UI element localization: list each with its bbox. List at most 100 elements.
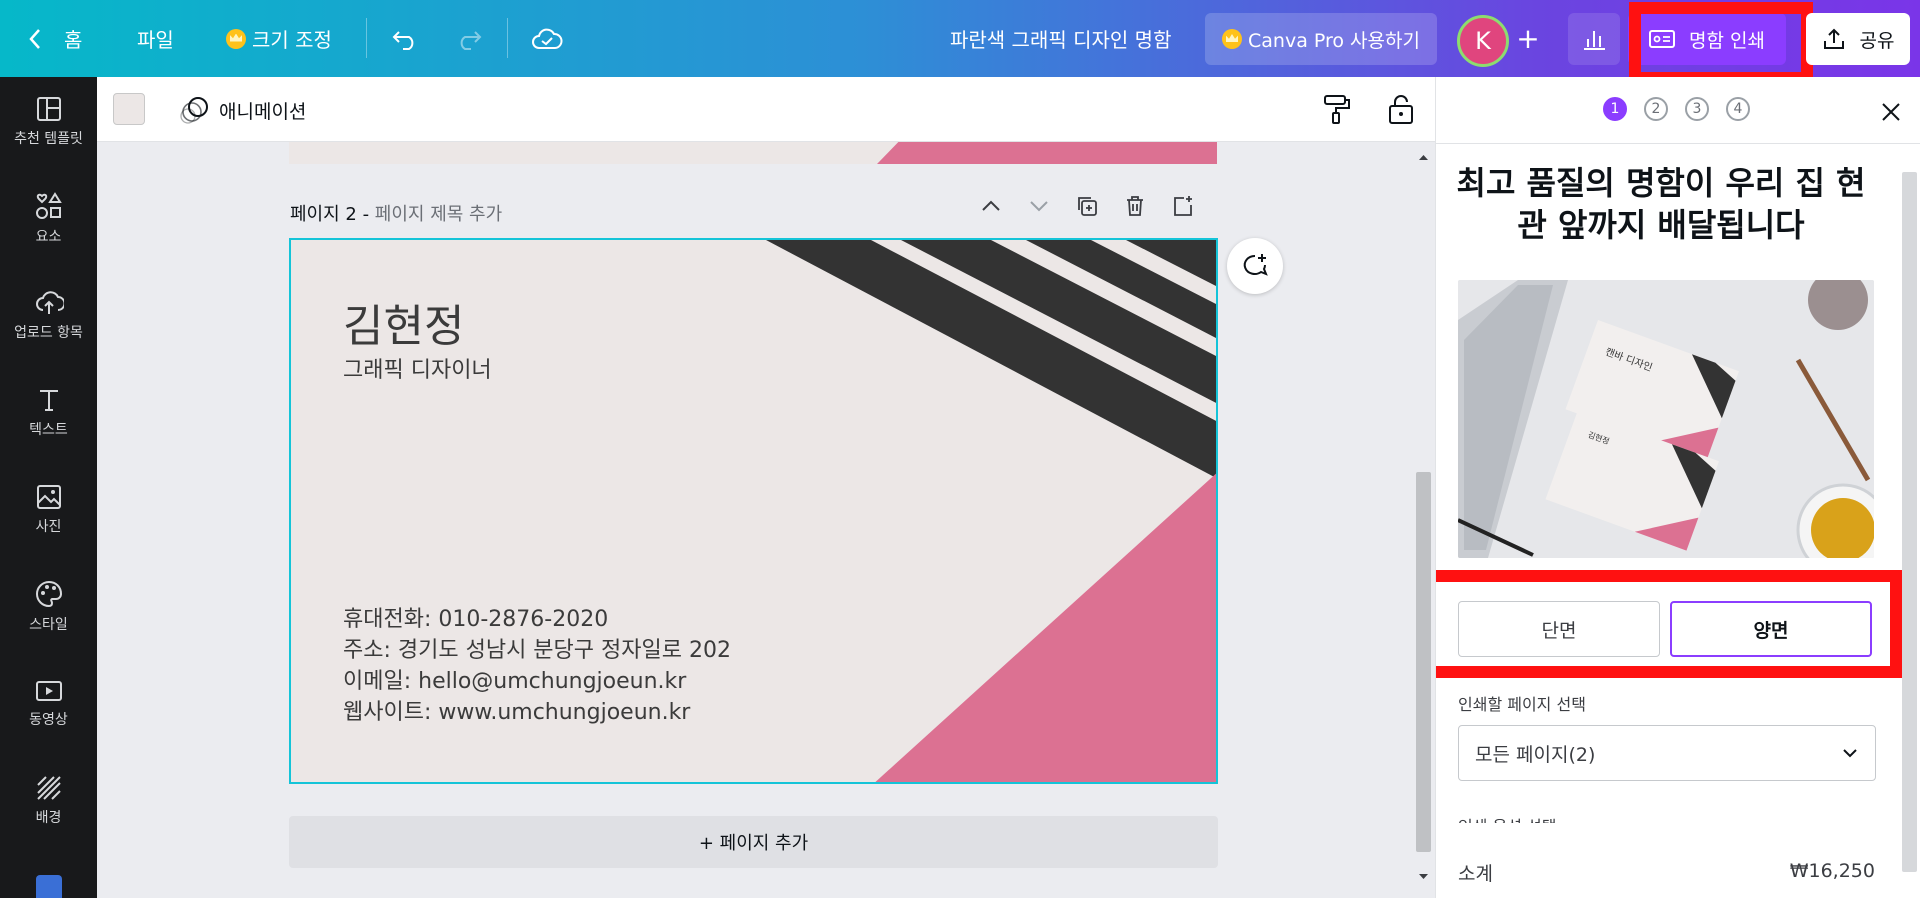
sidebar-item-label: 스타일 — [29, 617, 68, 633]
cloud-save-button[interactable] — [531, 0, 563, 77]
plus-icon: + — [1516, 21, 1540, 55]
step-4[interactable]: 4 — [1726, 97, 1750, 121]
animation-button[interactable]: 애니메이션 — [179, 95, 306, 125]
delete-page-button[interactable] — [1121, 192, 1149, 220]
canvas-scrollbar[interactable] — [1412, 142, 1435, 898]
sidebar-item-label: 사진 — [35, 519, 62, 535]
panel-title: 최고 품질의 명함이 우리 집 현관 앞까지 배달됩니다 — [1456, 164, 1866, 244]
business-card-page[interactable]: 김현정 그래픽 디자이너 휴대전화: 010-2876-2020 주소: 경기도… — [289, 238, 1218, 784]
add-page-bar[interactable]: + 페이지 추가 — [289, 816, 1218, 868]
animation-label: 애니메이션 — [219, 100, 307, 123]
accent-shape — [877, 142, 1217, 164]
left-sidebar: 추천 템플릿 요소 업로드 항목 텍스트 사진 스타일 동영상 배경 — [0, 77, 97, 898]
chevron-down-icon — [1030, 201, 1048, 212]
sidebar-item-uploads[interactable]: 업로드 항목 — [0, 271, 97, 361]
card-website: 웹사이트: www.umchungjoeun.kr — [343, 700, 691, 725]
move-up-button[interactable] — [977, 192, 1005, 220]
step-3[interactable]: 3 — [1685, 97, 1709, 121]
home-button[interactable]: 홈 — [28, 0, 82, 77]
crown-icon — [226, 28, 246, 49]
sidebar-item-photos[interactable]: 사진 — [0, 465, 97, 555]
sidebar-item-styles[interactable]: 스타일 — [0, 562, 97, 652]
palette-icon — [35, 580, 62, 608]
sidebar-item-label: 요소 — [35, 229, 62, 245]
card-contact-block[interactable]: 휴대전화: 010-2876-2020 주소: 경기도 성남시 분당구 정자일로… — [343, 604, 731, 728]
panel-scrollbar[interactable] — [1898, 144, 1920, 898]
page-label: 페이지 2 - 페이지 제목 추가 — [290, 200, 502, 226]
chevron-left-icon — [29, 28, 40, 49]
print-panel: 1 2 3 4 최고 품질의 명함이 우리 집 현관 앞까지 배달됩니다 캔바 … — [1435, 77, 1920, 898]
pages-select-value: 모든 페이지(2) — [1475, 743, 1596, 766]
undo-button[interactable] — [391, 0, 419, 77]
sidebar-item-text[interactable]: 텍스트 — [0, 368, 97, 458]
sidebar-item-templates[interactable]: 추천 템플릿 — [0, 77, 97, 167]
share-label: 공유 — [1859, 29, 1895, 52]
scroll-thumb[interactable] — [1902, 172, 1917, 872]
highlight-box — [1629, 2, 1813, 84]
add-collaborator-button[interactable]: + — [1510, 20, 1546, 56]
background-color-swatch[interactable] — [113, 93, 145, 125]
share-button[interactable]: 공유 — [1806, 13, 1910, 65]
close-icon — [1882, 103, 1900, 121]
product-photo: 캔바 디자인 김현정 — [1458, 280, 1874, 558]
card-role[interactable]: 그래픽 디자이너 — [343, 352, 492, 384]
lock-button[interactable] — [1387, 93, 1415, 129]
subtotal-value: ₩16,250 — [1789, 860, 1875, 882]
card-name[interactable]: 김현정 — [343, 290, 464, 354]
app-icon[interactable] — [36, 875, 62, 898]
redo-button[interactable] — [455, 0, 483, 77]
bar-chart-icon — [1584, 31, 1605, 50]
sidebar-item-label: 업로드 항목 — [14, 325, 83, 341]
card-address: 주소: 경기도 성남시 분당구 정자일로 202 — [343, 638, 731, 663]
canva-pro-button[interactable]: Canva Pro 사용하기 — [1205, 13, 1437, 65]
page-title-input[interactable]: 페이지 제목 추가 — [375, 204, 502, 225]
document-title[interactable]: 파란색 그래픽 디자인 명함 — [950, 0, 1171, 77]
file-menu[interactable]: 파일 — [137, 0, 174, 77]
background-icon — [36, 776, 61, 800]
previous-page-preview[interactable] — [289, 142, 1217, 164]
comment-plus-icon — [1243, 254, 1268, 276]
chevron-down-icon — [1843, 749, 1857, 758]
insights-button[interactable] — [1568, 13, 1620, 65]
scroll-up-icon — [1419, 155, 1428, 160]
canva-pro-label: Canva Pro 사용하기 — [1248, 29, 1420, 52]
photo-icon — [36, 485, 61, 509]
cloud-check-icon — [532, 28, 563, 49]
copy-style-button[interactable] — [1322, 93, 1352, 129]
sidebar-item-elements[interactable]: 요소 — [0, 174, 97, 264]
double-sided-button[interactable]: 양면 — [1670, 601, 1872, 657]
sidebar-item-videos[interactable]: 동영상 — [0, 659, 97, 749]
resize-label: 크기 조정 — [252, 28, 332, 52]
divider — [1436, 143, 1920, 144]
pages-select-label: 인쇄할 페이지 선택 — [1458, 695, 1586, 714]
card-phone: 휴대전화: 010-2876-2020 — [343, 607, 609, 632]
undo-icon — [392, 30, 414, 50]
divider — [366, 18, 367, 58]
close-panel-button[interactable] — [1876, 97, 1906, 127]
step-indicator: 1 2 3 4 — [1603, 97, 1750, 121]
upload-icon — [35, 291, 64, 314]
scroll-thumb[interactable] — [1416, 472, 1431, 852]
move-down-button[interactable] — [1025, 192, 1053, 220]
add-page-button[interactable] — [1169, 192, 1197, 220]
step-2[interactable]: 2 — [1644, 97, 1668, 121]
canvas-area[interactable]: 페이지 2 - 페이지 제목 추가 김현정 그래픽 디자이너 휴대전화: 010… — [97, 142, 1412, 898]
sidebar-item-label: 배경 — [35, 810, 62, 826]
redo-icon — [460, 30, 482, 50]
sidebar-item-background[interactable]: 배경 — [0, 756, 97, 846]
scroll-down-icon — [1419, 874, 1428, 879]
single-sided-button[interactable]: 단면 — [1458, 601, 1660, 657]
add-page-icon — [1174, 196, 1192, 216]
text-icon — [39, 390, 58, 411]
trash-icon — [1127, 196, 1143, 216]
avatar[interactable]: K — [1457, 15, 1509, 67]
print-options-label: 인쇄 옵션 선택 — [1458, 813, 1557, 823]
home-label: 홈 — [64, 28, 83, 52]
pages-select[interactable]: 모든 페이지(2) — [1458, 725, 1876, 781]
elements-icon — [35, 192, 62, 219]
step-1[interactable]: 1 — [1603, 97, 1627, 121]
add-comment-button[interactable] — [1227, 238, 1283, 294]
duplicate-page-button[interactable] — [1073, 192, 1101, 220]
resize-button[interactable]: 크기 조정 — [226, 0, 332, 77]
duplicate-icon — [1078, 197, 1097, 216]
